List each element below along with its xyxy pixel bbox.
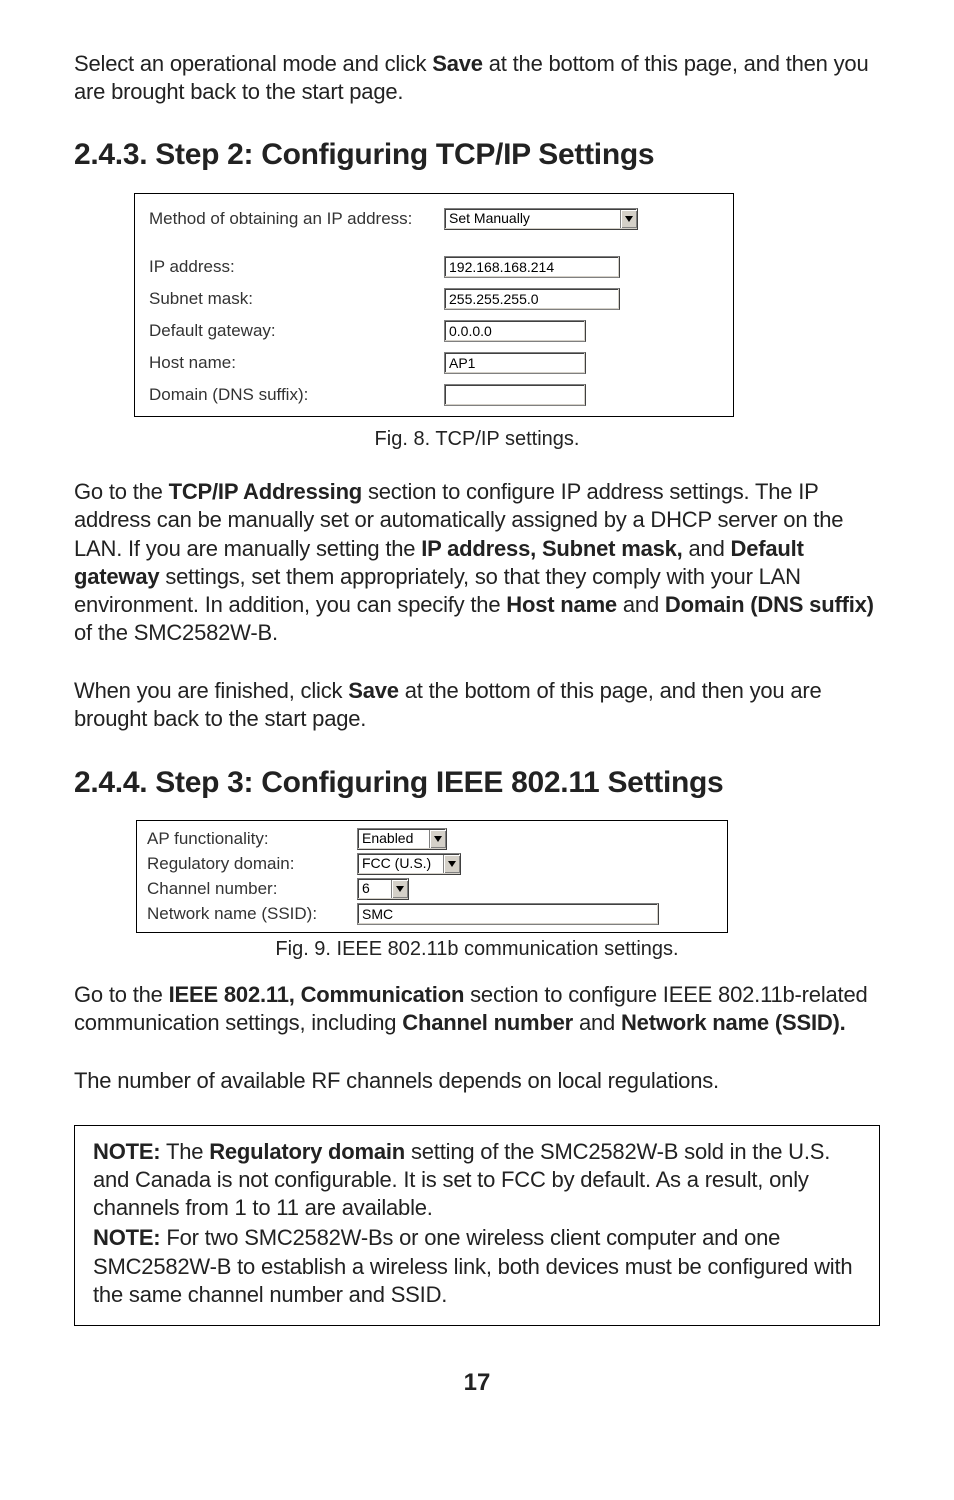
host-name-input[interactable]: AP1 (444, 352, 586, 374)
default-gateway-label: Default gateway: (149, 320, 444, 342)
ieee-b2: Channel number (402, 1010, 573, 1035)
ieee-p1: Go to the (74, 982, 169, 1007)
note-box: NOTE: The Regulatory domain setting of t… (74, 1125, 880, 1326)
tcpip-p1: Go to the (74, 479, 169, 504)
ap-func-label: AP functionality: (147, 828, 357, 850)
dns-suffix-label: Domain (DNS suffix): (149, 384, 444, 406)
rf-paragraph: The number of available RF channels depe… (74, 1067, 880, 1095)
dns-suffix-input[interactable] (444, 384, 586, 406)
ieee-b1: IEEE 802.11, Communication (169, 982, 465, 1007)
heading-2-4-3: 2.4.3. Step 2: Configuring TCP/IP Settin… (74, 136, 880, 174)
channel-number-select[interactable]: 6 (357, 878, 409, 900)
ip-method-select[interactable]: Set Manually (444, 208, 638, 230)
save2-paragraph: When you are finished, click Save at the… (74, 677, 880, 733)
note2-t1: For two SMC2582W-Bs or one wireless clie… (93, 1225, 852, 1306)
intro-save: Save (432, 51, 483, 76)
channel-number-label: Channel number: (147, 878, 357, 900)
fig8-caption: Fig. 8. TCP/IP settings. (74, 427, 880, 453)
channel-number-value: 6 (362, 880, 370, 898)
ap-func-value: Enabled (362, 830, 413, 848)
chevron-down-icon (429, 830, 446, 848)
note1-label: NOTE: (93, 1139, 160, 1164)
tcpip-p6: of the SMC2582W-B. (74, 620, 278, 645)
tcpip-b2: IP address, Subnet mask, (421, 536, 682, 561)
save2-p1: When you are finished, click (74, 678, 348, 703)
ip-method-value: Set Manually (449, 210, 530, 228)
tcpip-b5: Domain (DNS suffix) (665, 592, 874, 617)
ip-method-label: Method of obtaining an IP address: (149, 208, 444, 230)
note1-t1: The (160, 1139, 209, 1164)
ap-func-select[interactable]: Enabled (357, 828, 447, 850)
ieee-b3: Network name (SSID). (621, 1010, 846, 1035)
reg-domain-select[interactable]: FCC (U.S.) (357, 853, 461, 875)
fig9-caption: Fig. 9. IEEE 802.11b communication setti… (74, 937, 880, 963)
subnet-mask-input[interactable]: 255.255.255.0 (444, 288, 620, 310)
default-gateway-input[interactable]: 0.0.0.0 (444, 320, 586, 342)
chevron-down-icon (391, 880, 408, 898)
ieee-p3: and (573, 1010, 621, 1035)
heading-2-4-4: 2.4.4. Step 3: Configuring IEEE 802.11 S… (74, 764, 880, 802)
save2-b1: Save (348, 678, 399, 703)
ssid-label: Network name (SSID): (147, 903, 357, 925)
tcpip-b1: TCP/IP Addressing (169, 479, 362, 504)
note2-label: NOTE: (93, 1225, 160, 1250)
intro-paragraph: Select an operational mode and click Sav… (74, 50, 880, 106)
tcpip-p5: and (617, 592, 665, 617)
fig8-panel: Method of obtaining an IP address: Set M… (134, 193, 734, 417)
chevron-down-icon (620, 210, 637, 228)
reg-domain-label: Regulatory domain: (147, 853, 357, 875)
ip-address-input[interactable]: 192.168.168.214 (444, 256, 620, 278)
ip-address-label: IP address: (149, 256, 444, 278)
tcpip-b4: Host name (506, 592, 617, 617)
ssid-input[interactable]: SMC (357, 903, 659, 925)
tcpip-p3: and (683, 536, 731, 561)
intro-prefix: Select an operational mode and click (74, 51, 432, 76)
page-number: 17 (74, 1368, 880, 1399)
fig9-panel: AP functionality: Enabled Regulatory dom… (136, 820, 728, 933)
chevron-down-icon (443, 855, 460, 873)
host-name-label: Host name: (149, 352, 444, 374)
tcpip-paragraph: Go to the TCP/IP Addressing section to c… (74, 478, 880, 647)
note1-b1: Regulatory domain (209, 1139, 405, 1164)
ieee-paragraph: Go to the IEEE 802.11, Communication sec… (74, 981, 880, 1037)
reg-domain-value: FCC (U.S.) (362, 855, 431, 873)
subnet-mask-label: Subnet mask: (149, 288, 444, 310)
